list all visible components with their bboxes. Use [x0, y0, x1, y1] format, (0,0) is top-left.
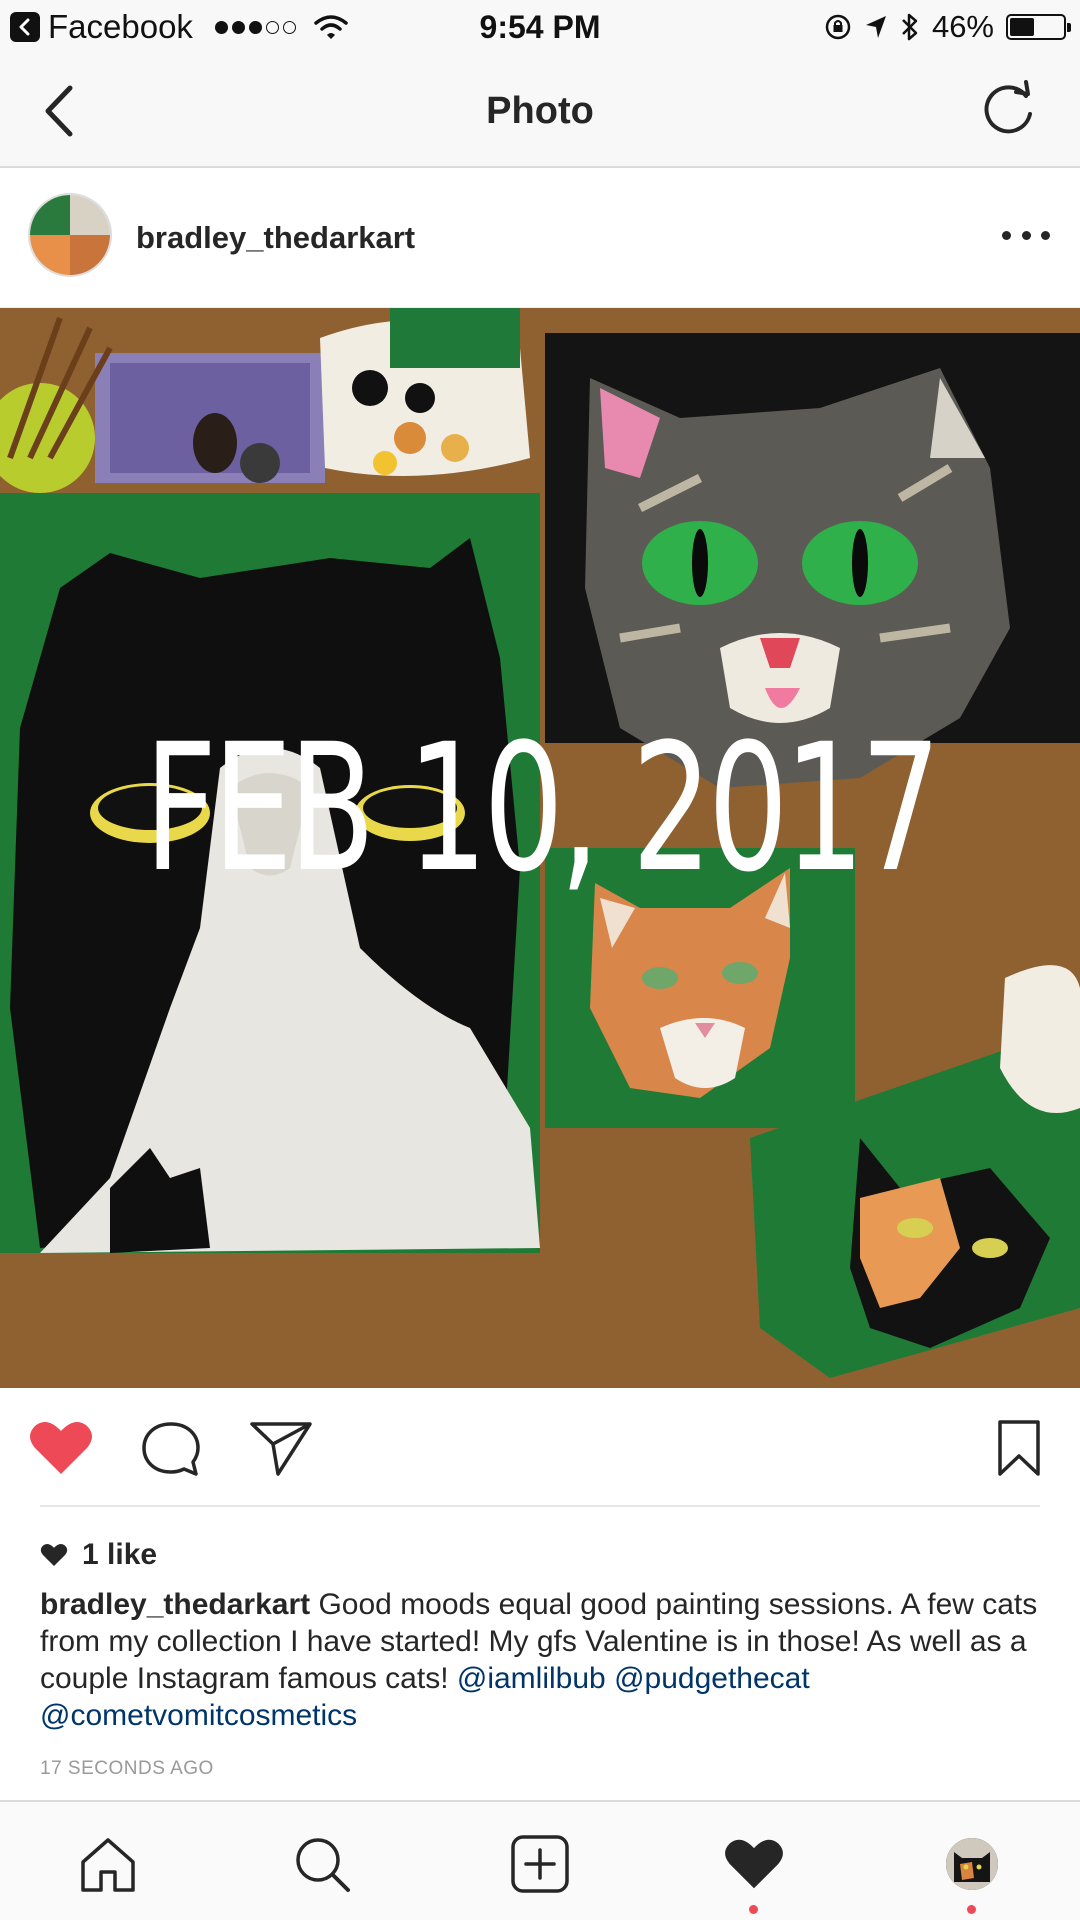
home-icon [81, 1838, 135, 1892]
post-timestamp: 17 SECONDS AGO [40, 1758, 214, 1779]
caption-username[interactable]: bradley_thedarkart [40, 1588, 310, 1621]
add-post-icon [511, 1835, 569, 1893]
more-options-icon[interactable] [1002, 220, 1050, 250]
mention-link[interactable]: @iamlilbub [457, 1662, 606, 1695]
battery-percent: 46% [931, 9, 994, 44]
nav-bar: Photo [0, 54, 1080, 168]
likes-label: 1 like [82, 1538, 158, 1571]
search-icon [296, 1838, 350, 1892]
tab-new-post[interactable] [508, 1832, 572, 1896]
likes-count[interactable]: 1 like [40, 1535, 157, 1575]
tab-activity[interactable] [722, 1832, 786, 1914]
post-caption: bradley_thedarkart Good moods equal good… [40, 1586, 1040, 1734]
likes-heart-icon [40, 1543, 68, 1567]
mention-link[interactable]: @cometvomitcosmetics [40, 1699, 357, 1732]
heart-filled-icon[interactable] [28, 1418, 94, 1478]
date-sticker-overlay: FEB 10, 2017 [0, 308, 1080, 1388]
post-photo[interactable]: FEB 10, 2017 [0, 308, 1080, 1388]
post-actions [0, 1388, 1080, 1506]
comment-icon[interactable] [138, 1418, 204, 1478]
author-avatar[interactable] [28, 193, 112, 277]
profile-notification-dot [967, 1905, 976, 1914]
battery-icon [1006, 14, 1071, 40]
bottom-tab-bar [0, 1800, 1080, 1920]
tab-home[interactable] [76, 1832, 140, 1896]
profile-avatar-icon [946, 1838, 998, 1890]
activity-notification-dot [749, 1905, 758, 1914]
tab-search[interactable] [290, 1832, 354, 1896]
status-bar: Facebook 9:54 PM 46% [0, 0, 1080, 54]
refresh-icon[interactable] [978, 80, 1040, 142]
battery-level-fill [1010, 18, 1034, 36]
activity-heart-icon [725, 1839, 783, 1889]
rotation-lock-icon [825, 14, 851, 40]
status-right: 46% [824, 6, 1071, 48]
bluetooth-icon [902, 13, 918, 41]
post-header: bradley_thedarkart [0, 168, 1080, 308]
author-username[interactable]: bradley_thedarkart [136, 168, 415, 308]
date-sticker-text: FEB 10, 2017 [143, 705, 941, 911]
share-icon[interactable] [248, 1418, 314, 1478]
tab-profile[interactable] [940, 1832, 1004, 1914]
location-icon [865, 16, 886, 38]
bookmark-icon[interactable] [994, 1418, 1044, 1478]
page-title: Photo [486, 90, 594, 132]
mention-link[interactable]: @pudgethecat [614, 1662, 810, 1695]
actions-divider [40, 1505, 1040, 1507]
